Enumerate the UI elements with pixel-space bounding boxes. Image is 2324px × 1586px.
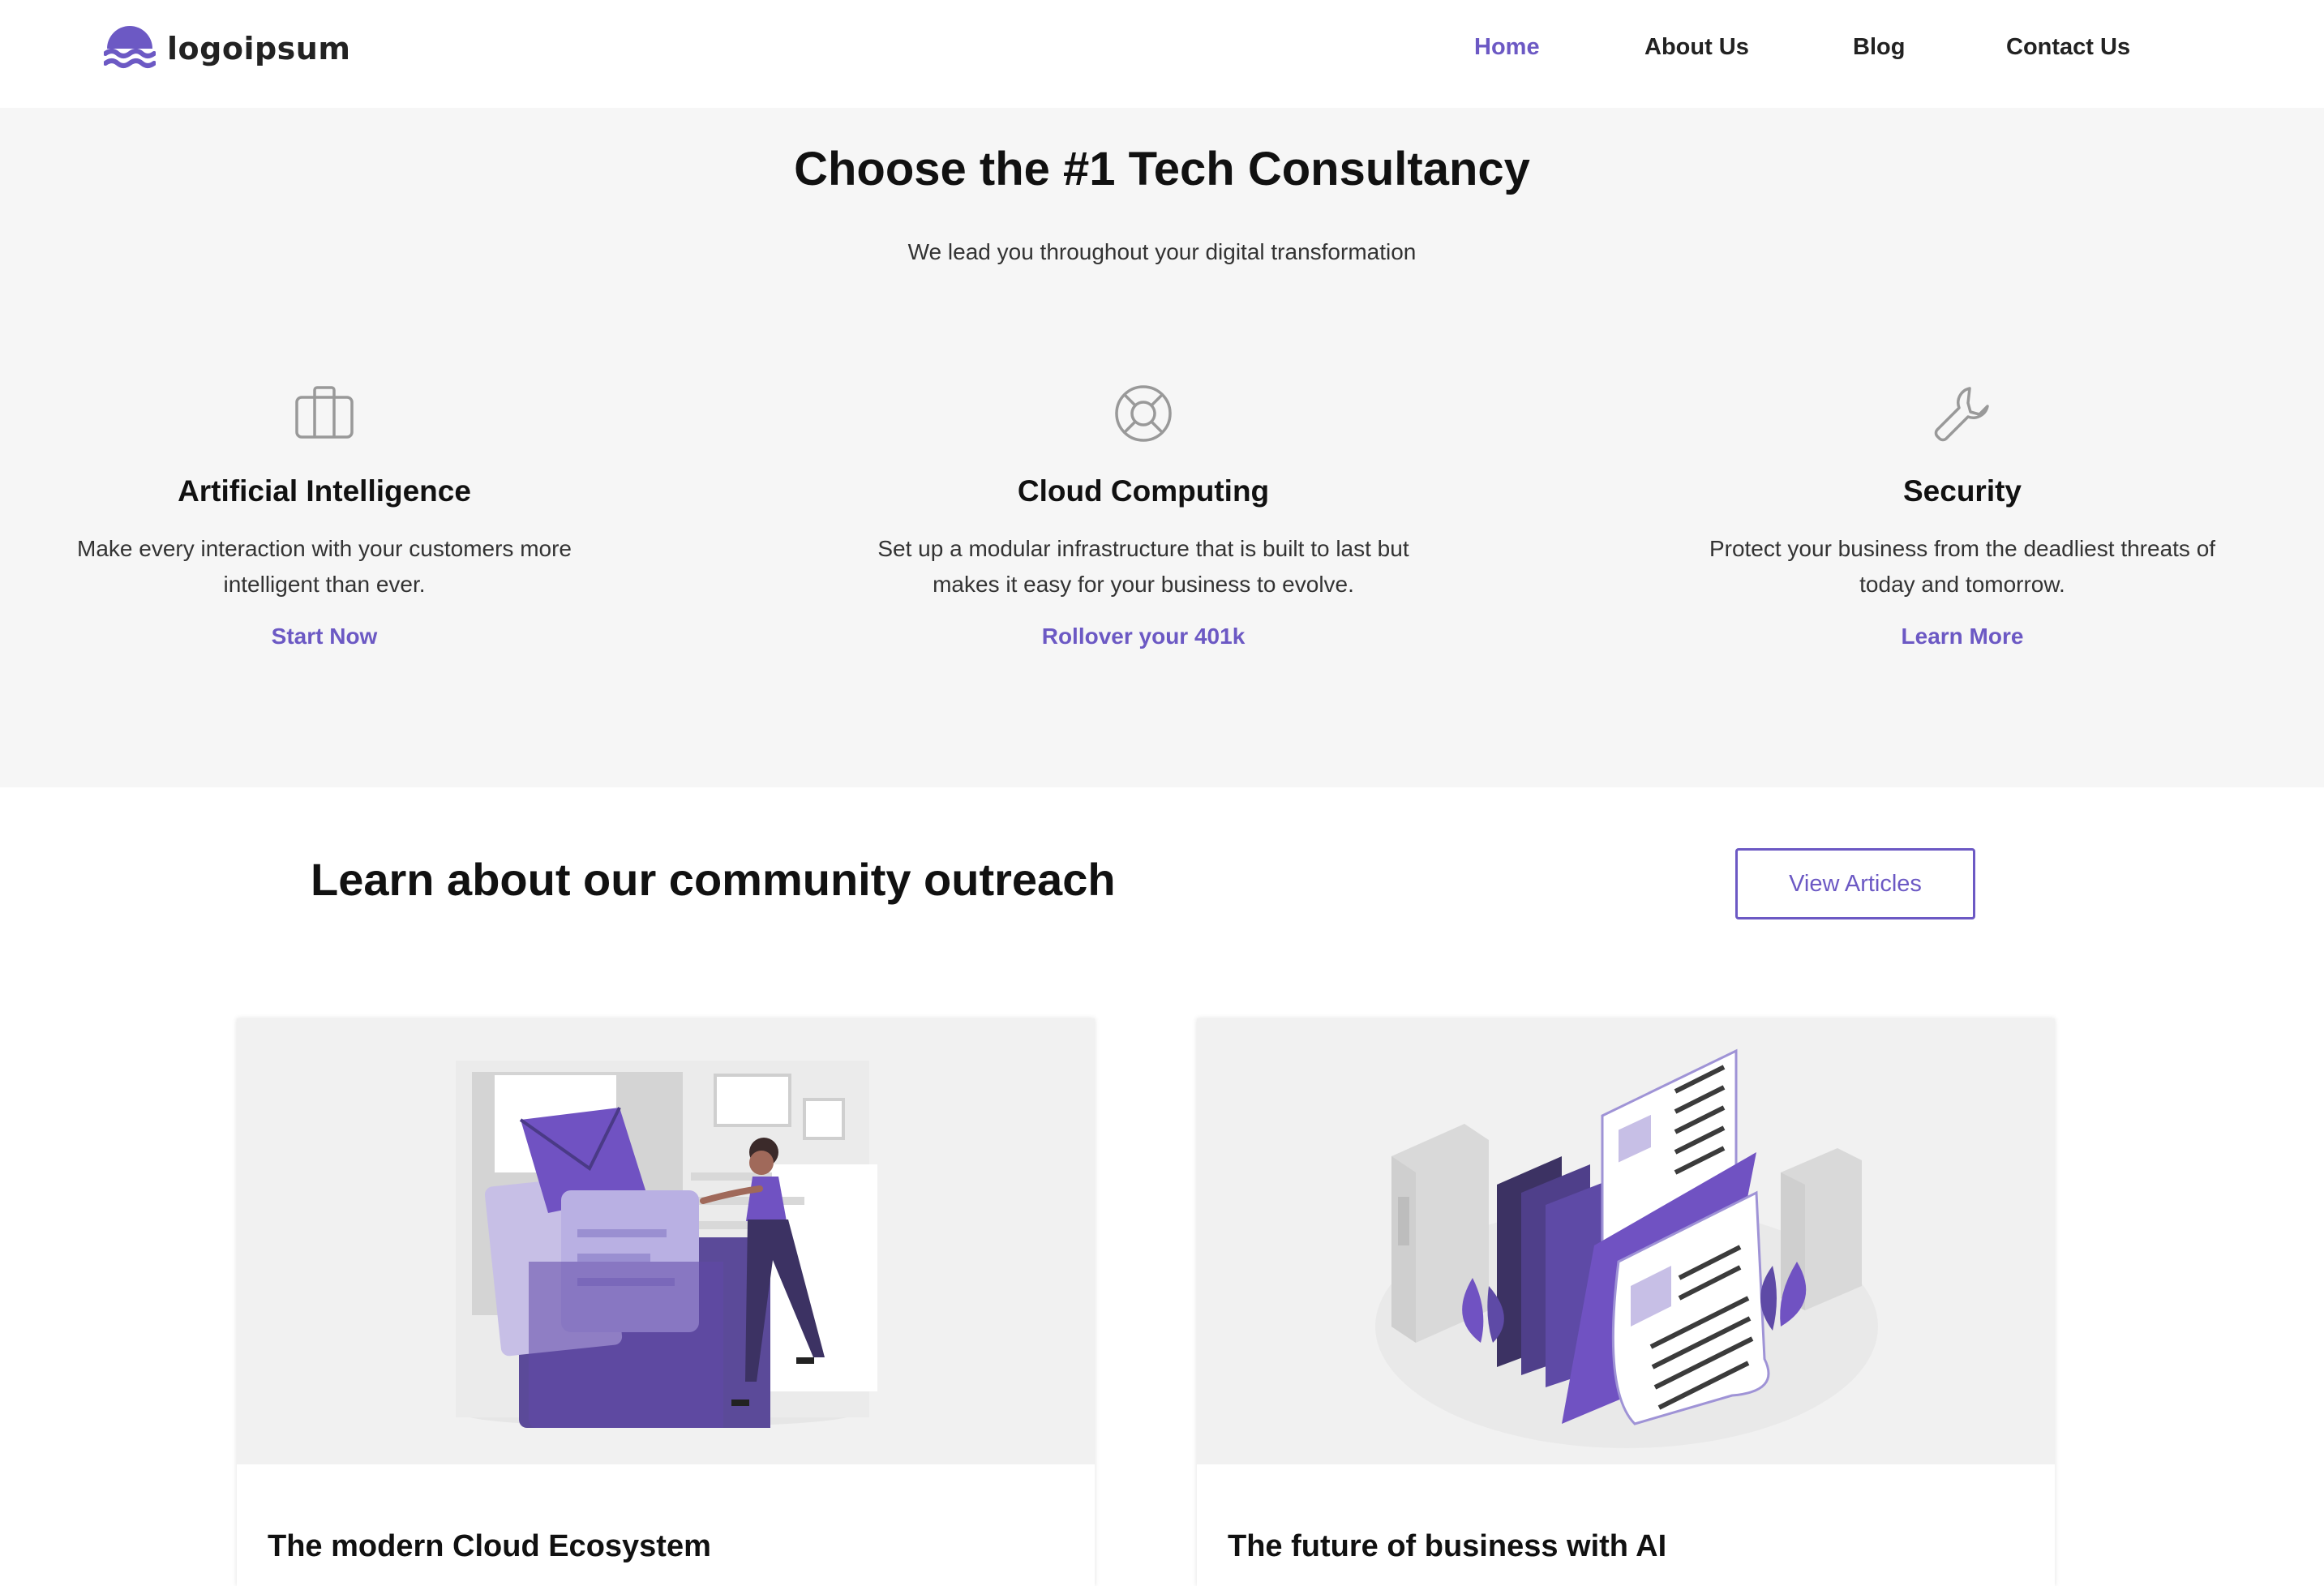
outreach-heading: Learn about our community outreach [311,854,1116,905]
service-title: Cloud Computing [1017,474,1270,508]
hero-subtitle: We lead you throughout your digital tran… [907,239,1417,264]
folder-illustration [237,1018,1095,1464]
article-card[interactable]: The future of business with AI [1197,1018,2055,1586]
logo-icon [104,26,156,68]
rollover-link[interactable]: Rollover your 401k [1042,624,1246,649]
service-title: Artificial Intelligence [178,474,471,508]
nav-home[interactable]: Home [1474,34,1540,61]
services-section: Choose the #1 Tech Consultancy We lead y… [0,108,2324,787]
service-card-security: Security Protect your business from the … [1679,384,2246,649]
logo[interactable]: logoipsum [104,24,350,73]
view-articles-button[interactable]: View Articles [1735,848,1975,919]
article-card[interactable]: The modern Cloud Ecosystem [237,1018,1095,1586]
service-card-ai: Artificial Intelligence Make every inter… [41,384,608,649]
nav-blog[interactable]: Blog [1853,34,1905,61]
site-header: logoipsum Home About Us Blog Contact Us [0,0,2324,108]
documents-illustration [1197,1018,2055,1464]
start-now-link[interactable]: Start Now [272,624,378,649]
service-description: Make every interaction with your custome… [77,536,572,597]
hero-title: Choose the #1 Tech Consultancy [794,143,1530,195]
article-title[interactable]: The modern Cloud Ecosystem [268,1529,711,1564]
nav-about-us[interactable]: About Us [1644,34,1749,61]
service-description: Set up a modular infrastructure that is … [877,536,1409,597]
logo-text: logoipsum [167,31,351,66]
nav-contact-us[interactable]: Contact Us [2006,34,2130,61]
service-card-cloud: Cloud Computing Set up a modular infrast… [860,384,1427,649]
service-title: Security [1902,474,2022,508]
learn-more-link[interactable]: Learn More [1902,624,2024,649]
briefcase-icon [295,386,354,439]
wrench-icon [1934,387,1989,442]
service-description: Protect your business from the deadliest… [1709,536,2216,597]
article-title[interactable]: The future of business with AI [1228,1529,1666,1564]
lifebuoy-icon [1115,385,1172,442]
